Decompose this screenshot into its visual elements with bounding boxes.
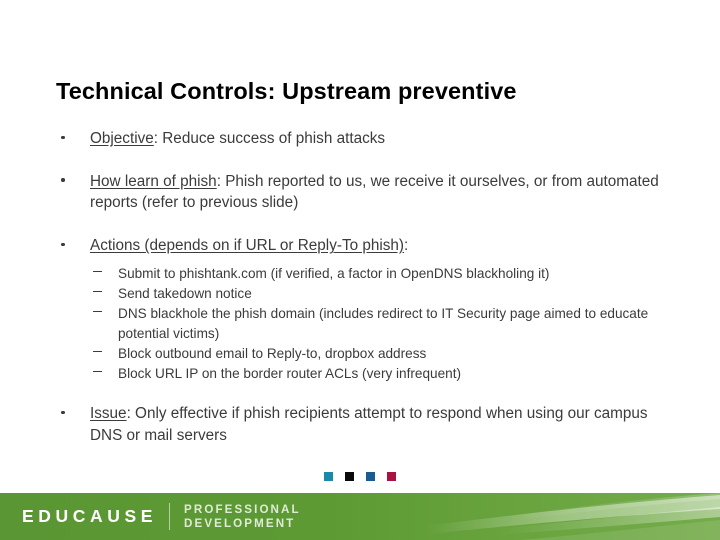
sub-bullet-text: Block URL IP on the border router ACLs (… <box>118 365 462 381</box>
square-teal-icon <box>324 472 333 481</box>
sub-bullet-item: Submit to phishtank.com (if verified, a … <box>90 264 680 284</box>
dash-bullet-icon <box>93 370 102 373</box>
slide-canvas: Technical Controls: Upstream preventive … <box>0 0 720 540</box>
bullet-lead-label: How learn of phish <box>90 172 217 190</box>
bullet-item-actions: Actions (depends on if URL or Reply-To p… <box>0 235 720 257</box>
decorative-square-row <box>0 472 720 481</box>
bullet-rest-text: : Reduce success of phish attacks <box>153 130 386 147</box>
sub-bullet-text: Send takedown notice <box>118 285 252 301</box>
bullet-item-issue: Issue: Only effective if phish recipient… <box>0 403 720 446</box>
logo-sub-line-1: PROFESSIONAL <box>184 502 301 516</box>
bullet-rest-text: : <box>404 237 409 255</box>
slide-body: Objective: Reduce success of phish attac… <box>0 128 720 468</box>
bullet-dot-icon <box>61 242 65 247</box>
logo-divider <box>169 503 171 530</box>
educause-wordmark: EDUCAUSE <box>22 505 158 526</box>
sub-bullet-text: Submit to phishtank.com (if verified, a … <box>118 265 550 281</box>
bullet-item-objective: Objective: Reduce success of phish attac… <box>0 128 720 150</box>
sub-bullet-text: Block outbound email to Reply-to, dropbo… <box>118 345 427 361</box>
bullet-rest-text: : Only effective if phish recipients att… <box>90 405 648 444</box>
bullet-text: Issue: Only effective if phish recipient… <box>90 405 648 444</box>
bullet-text: Objective: Reduce success of phish attac… <box>90 130 385 147</box>
bullet-text: How learn of phish: Phish reported to us… <box>90 173 659 212</box>
educause-logo: EDUCAUSE PROFESSIONAL DEVELOPMENT <box>22 493 301 540</box>
sub-bullet-list: Submit to phishtank.com (if verified, a … <box>90 264 680 383</box>
square-blue-icon <box>366 472 375 481</box>
dash-bullet-icon <box>93 350 102 353</box>
bullet-dot-icon <box>61 410 65 415</box>
sub-bullet-group-actions: Submit to phishtank.com (if verified, a … <box>0 264 720 383</box>
sub-bullet-text: DNS blackhole the phish domain (includes… <box>118 306 649 341</box>
bullet-dot-icon <box>61 178 65 182</box>
slide-title: Technical Controls: Upstream preventive <box>56 78 517 104</box>
bullet-dot-icon <box>61 135 65 140</box>
square-black-icon <box>345 472 354 481</box>
bullet-text: Actions (depends on if URL or Reply-To p… <box>90 237 408 254</box>
sub-bullet-item: DNS blackhole the phish domain (includes… <box>90 304 680 343</box>
footer-band: EDUCAUSE PROFESSIONAL DEVELOPMENT <box>0 493 720 540</box>
bullet-lead-label: Objective <box>90 130 154 147</box>
sub-bullet-item: Block outbound email to Reply-to, dropbo… <box>90 344 680 364</box>
dash-bullet-icon <box>93 311 102 313</box>
dash-bullet-icon <box>93 270 102 273</box>
sub-bullet-item: Send takedown notice <box>90 284 680 304</box>
dash-bullet-icon <box>93 291 102 293</box>
logo-sub-line-2: DEVELOPMENT <box>184 516 296 530</box>
sub-bullet-item: Block URL IP on the border router ACLs (… <box>90 364 680 384</box>
bullet-lead-label: Issue <box>90 405 127 423</box>
bullet-lead-label: Actions (depends on if URL or Reply-To p… <box>90 237 405 255</box>
bullet-item-how-learn-of-phish: How learn of phish: Phish reported to us… <box>0 171 720 214</box>
professional-development-label: PROFESSIONAL DEVELOPMENT <box>184 503 301 530</box>
square-crimson-icon <box>387 472 396 481</box>
